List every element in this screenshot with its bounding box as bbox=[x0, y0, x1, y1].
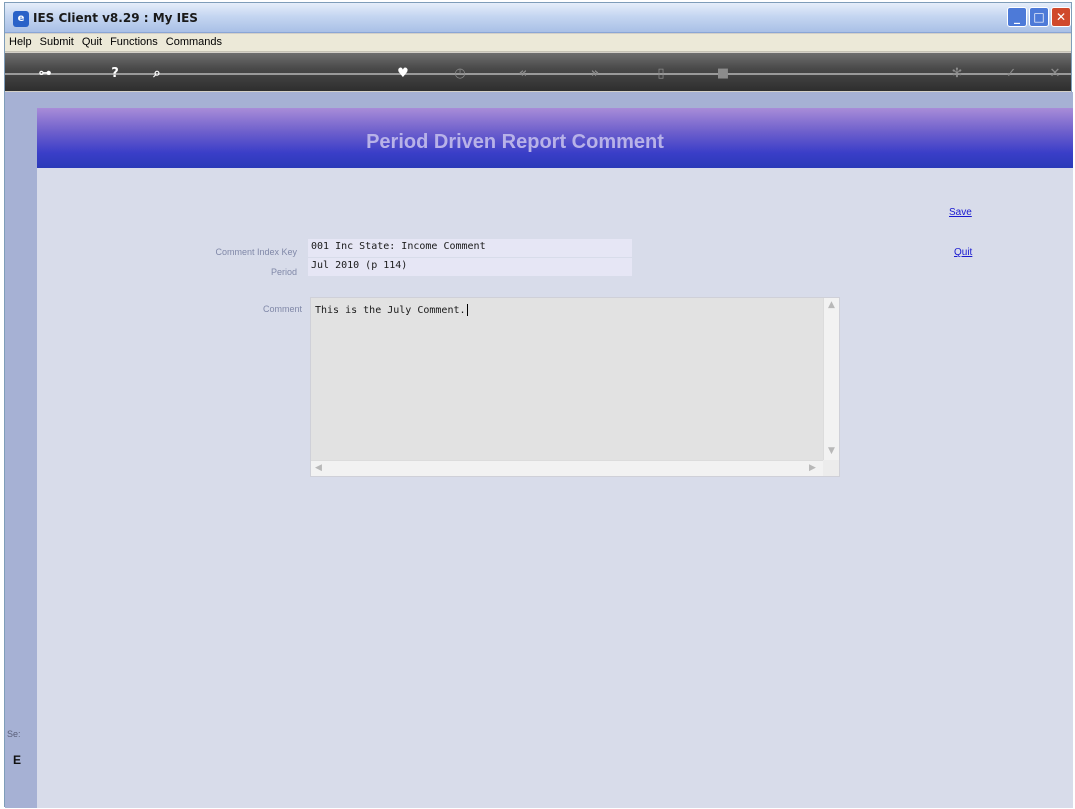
scroll-up-icon[interactable]: ▲ bbox=[828, 300, 835, 310]
menu-bar: Help Submit Quit Functions Commands bbox=[5, 34, 1071, 52]
menu-functions[interactable]: Functions bbox=[106, 34, 162, 48]
square-icon[interactable]: ■ bbox=[713, 64, 733, 84]
search-icon[interactable]: ⌕ bbox=[147, 64, 167, 84]
save-link[interactable]: Save bbox=[949, 207, 972, 218]
settings-icon[interactable]: ✻ bbox=[947, 64, 967, 84]
comment-index-key-label: Comment Index Key bbox=[215, 247, 297, 257]
clock-icon[interactable]: ◷ bbox=[450, 64, 470, 84]
comment-index-key-field[interactable]: 001 Inc State: Income Comment bbox=[308, 239, 632, 257]
comment-label: Comment bbox=[262, 304, 302, 314]
menu-commands[interactable]: Commands bbox=[162, 34, 226, 48]
menu-quit[interactable]: Quit bbox=[78, 34, 106, 48]
rewind-icon[interactable]: « bbox=[513, 64, 533, 84]
period-field[interactable]: Jul 2010 (p 114) bbox=[308, 258, 632, 276]
app-window: e IES Client v8.29 : My IES _ □ ✕ Help Su… bbox=[4, 2, 1073, 808]
close-icon[interactable]: ✕ bbox=[1045, 64, 1065, 84]
minimize-button[interactable]: _ bbox=[1007, 7, 1027, 27]
side-panel-letter: E bbox=[13, 753, 22, 767]
vertical-scrollbar[interactable]: ▲ ▼ bbox=[823, 298, 839, 462]
scroll-down-icon[interactable]: ▼ bbox=[828, 446, 835, 456]
window-title: IES Client v8.29 : My IES bbox=[33, 11, 198, 25]
comment-text: This is the July Comment. bbox=[315, 305, 466, 316]
title-bar[interactable]: e IES Client v8.29 : My IES _ □ ✕ bbox=[5, 3, 1071, 33]
key-icon[interactable]: ⊶ bbox=[35, 64, 55, 84]
close-window-button[interactable]: ✕ bbox=[1051, 7, 1071, 27]
menu-submit[interactable]: Submit bbox=[36, 34, 78, 48]
scroll-left-icon[interactable]: ◀ bbox=[315, 463, 322, 473]
form-panel: Period Driven Report Comment Comment Ind… bbox=[37, 108, 1073, 808]
toolbar: ⊶ ? ⌕ ♥ ◷ « » ▯ ■ ✻ ✓ ✕ bbox=[5, 53, 1071, 91]
ies-logo-icon: e bbox=[13, 11, 29, 27]
check-icon[interactable]: ✓ bbox=[1001, 64, 1021, 84]
document-icon[interactable]: ▯ bbox=[651, 64, 671, 84]
page-banner: Period Driven Report Comment bbox=[37, 108, 1073, 168]
scroll-right-icon[interactable]: ▶ bbox=[809, 463, 816, 473]
period-label: Period bbox=[270, 267, 297, 277]
text-caret bbox=[466, 304, 468, 316]
heart-icon[interactable]: ♥ bbox=[393, 64, 413, 84]
help-icon[interactable]: ? bbox=[105, 64, 125, 84]
comment-textarea[interactable]: This is the July Comment. ▲ ▼ ◀ ▶ bbox=[310, 297, 840, 477]
quit-link[interactable]: Quit bbox=[954, 247, 972, 258]
horizontal-scrollbar[interactable]: ◀ ▶ bbox=[311, 460, 824, 476]
menu-help[interactable]: Help bbox=[5, 34, 36, 48]
content-frame: Period Driven Report Comment Comment Ind… bbox=[5, 92, 1073, 808]
maximize-button[interactable]: □ bbox=[1029, 7, 1049, 27]
side-panel-text: Se: bbox=[7, 729, 21, 739]
page-title: Period Driven Report Comment bbox=[366, 131, 664, 153]
forward-icon[interactable]: » bbox=[585, 64, 605, 84]
scroll-corner bbox=[823, 460, 839, 476]
